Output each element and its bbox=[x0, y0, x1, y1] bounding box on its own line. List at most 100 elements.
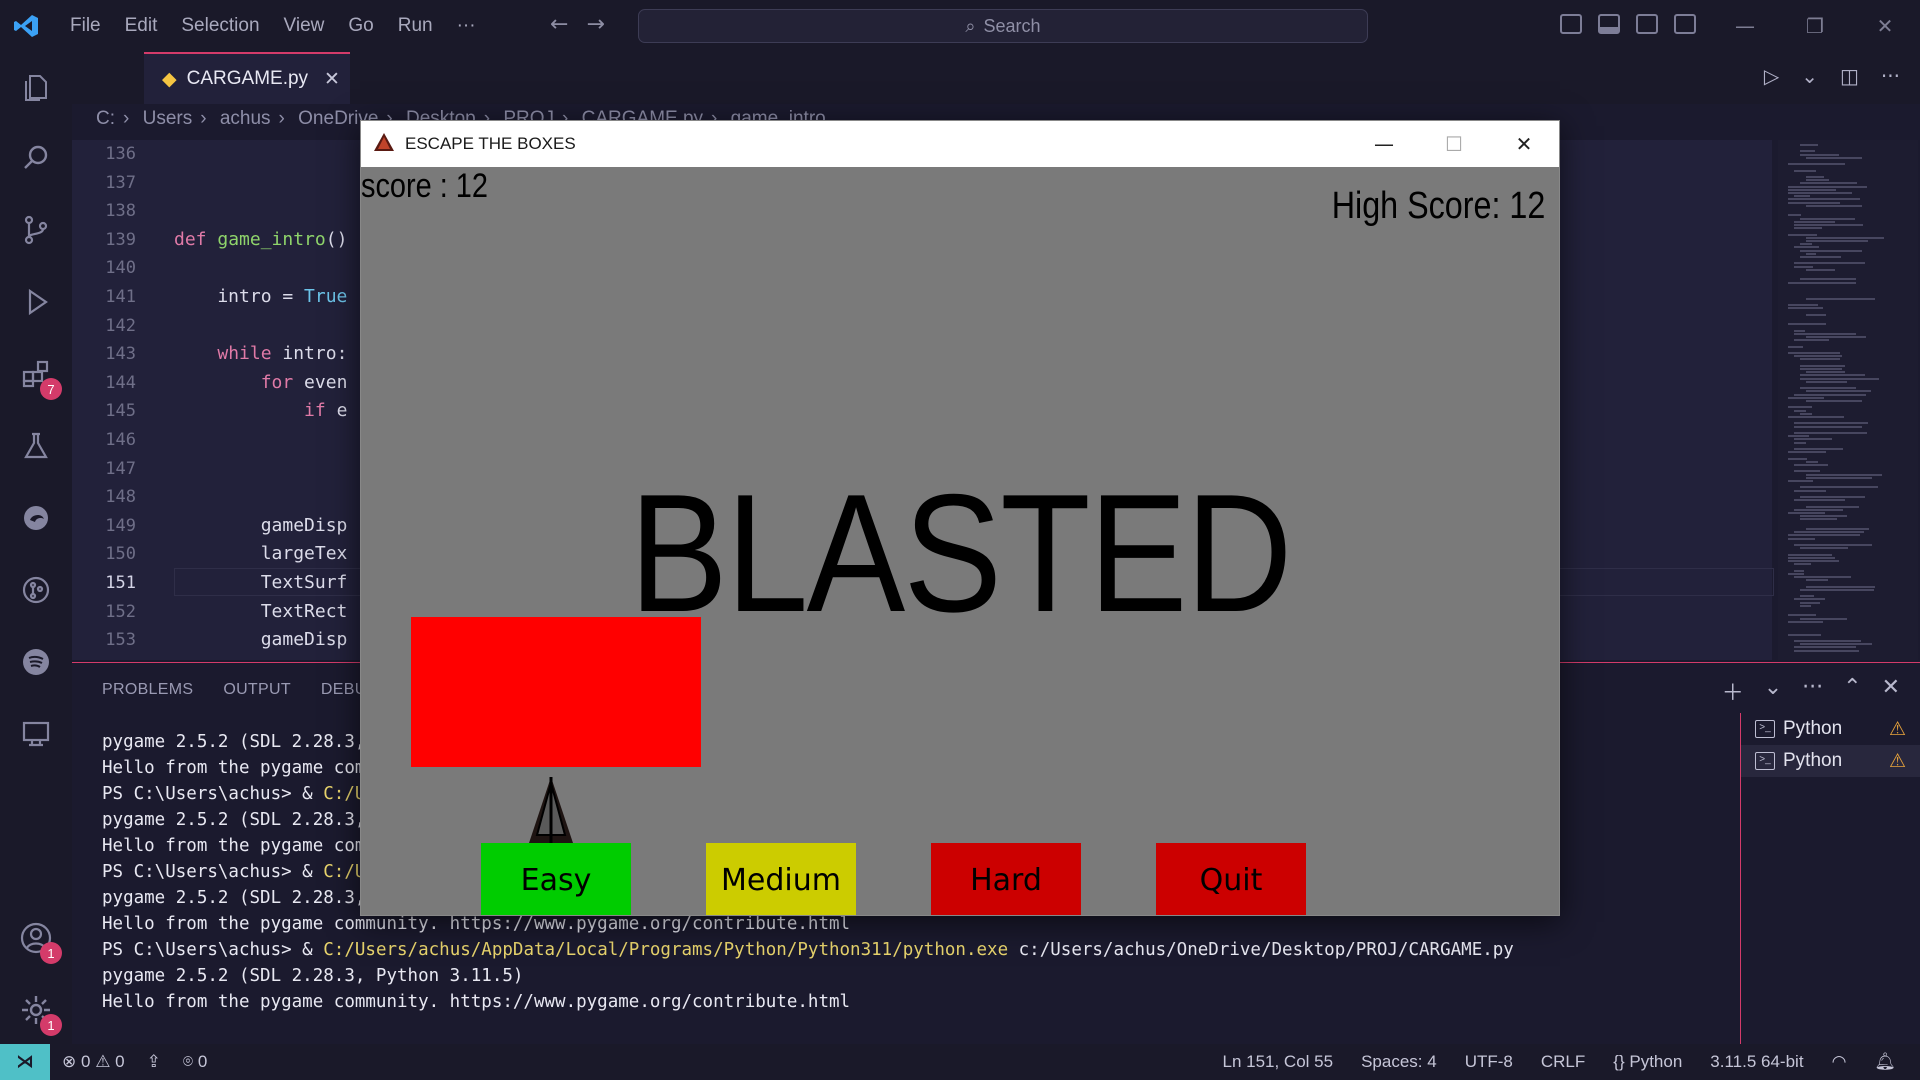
menu-go[interactable]: Go bbox=[336, 15, 385, 37]
notifications-bell-icon[interactable]: 🔔︎ bbox=[1874, 1052, 1896, 1072]
minimap-line bbox=[1806, 390, 1871, 393]
indentation[interactable]: Spaces: 4 bbox=[1361, 1052, 1437, 1072]
minimap[interactable] bbox=[1778, 140, 1918, 660]
minimap-line bbox=[1794, 195, 1810, 198]
minimap-line bbox=[1794, 265, 1813, 268]
panel-more-icon[interactable]: ··· bbox=[1802, 675, 1823, 707]
ports-status[interactable]: ⌾ 0 bbox=[183, 1052, 207, 1072]
close-tab-icon[interactable]: ✕ bbox=[324, 68, 340, 91]
minimize-window-icon[interactable]: — bbox=[1710, 14, 1780, 38]
minimap-line bbox=[1788, 556, 1835, 559]
tab-output[interactable]: OUTPUT bbox=[223, 681, 291, 699]
problems-status[interactable]: ⊗ 0 ⚠ 0 bbox=[62, 1052, 125, 1072]
minimap-line bbox=[1794, 576, 1851, 578]
menu-more[interactable]: ··· bbox=[445, 15, 488, 37]
game-minimize-icon[interactable]: — bbox=[1349, 121, 1419, 167]
explorer-icon[interactable] bbox=[16, 68, 56, 108]
terminal-tab-selected[interactable]: >_ Python ⚠ bbox=[1741, 745, 1920, 777]
sync-icon[interactable]: ◠ bbox=[1832, 1052, 1847, 1072]
minimap-line bbox=[1788, 163, 1846, 166]
minimap-line bbox=[1800, 182, 1858, 185]
close-panel-icon[interactable]: ✕ bbox=[1882, 675, 1900, 707]
line-number: 147 bbox=[105, 458, 136, 479]
minimap-line bbox=[1800, 547, 1848, 550]
edge-devtools-icon[interactable] bbox=[16, 498, 56, 538]
toggle-secondary-sidebar-icon[interactable] bbox=[1636, 14, 1658, 34]
breadcrumb-item[interactable]: C: bbox=[96, 108, 115, 129]
language-mode[interactable]: {} Python bbox=[1613, 1052, 1682, 1072]
menu-edit[interactable]: Edit bbox=[113, 15, 170, 37]
remote-explorer-icon[interactable] bbox=[16, 714, 56, 754]
medium-button[interactable]: Medium bbox=[706, 843, 856, 915]
git-graph-icon[interactable] bbox=[16, 570, 56, 610]
minimap-line bbox=[1794, 339, 1830, 342]
testing-icon[interactable] bbox=[16, 426, 56, 466]
new-terminal-icon[interactable]: ＋ bbox=[1722, 675, 1744, 707]
close-window-icon[interactable]: ✕ bbox=[1850, 14, 1920, 38]
extensions-icon[interactable]: 7 bbox=[16, 354, 62, 400]
warning-icon: ⚠ bbox=[1888, 718, 1906, 740]
customize-layout-icon[interactable] bbox=[1674, 14, 1696, 34]
forward-arrow-icon[interactable]: → bbox=[586, 12, 604, 37]
menu-selection[interactable]: Selection bbox=[169, 15, 271, 37]
hard-button[interactable]: Hard bbox=[931, 843, 1081, 915]
spotify-icon[interactable] bbox=[16, 642, 56, 682]
run-debug-icon[interactable] bbox=[16, 282, 56, 322]
minimap-line bbox=[1800, 150, 1816, 153]
run-python-file-icon[interactable]: ▷ bbox=[1764, 64, 1779, 88]
game-maximize-icon[interactable]: ☐ bbox=[1419, 121, 1489, 167]
maximize-panel-icon[interactable]: ⌃ bbox=[1843, 675, 1861, 707]
menu-view[interactable]: View bbox=[272, 15, 337, 37]
breadcrumb-item[interactable]: Users bbox=[143, 108, 193, 129]
toggle-primary-sidebar-icon[interactable] bbox=[1560, 14, 1582, 34]
easy-button[interactable]: Easy bbox=[481, 843, 631, 915]
minimap-line bbox=[1788, 188, 1837, 191]
minimap-line bbox=[1788, 451, 1827, 454]
minimap-line bbox=[1788, 396, 1824, 399]
split-editor-icon[interactable]: ◫ bbox=[1840, 64, 1859, 88]
minimap-line bbox=[1800, 617, 1847, 620]
minimap-line bbox=[1794, 640, 1862, 642]
terminal-dropdown-icon[interactable]: ⌄ bbox=[1764, 675, 1782, 707]
minimap-line bbox=[1806, 585, 1876, 588]
breadcrumb-item[interactable]: achus bbox=[220, 108, 271, 129]
line-ending[interactable]: CRLF bbox=[1541, 1052, 1585, 1072]
more-actions-icon[interactable]: ··· bbox=[1881, 64, 1900, 88]
live-share-icon[interactable]: ⇪ bbox=[147, 1052, 161, 1072]
minimap-line bbox=[1800, 249, 1862, 252]
minimap-line bbox=[1794, 227, 1823, 230]
encoding[interactable]: UTF-8 bbox=[1465, 1052, 1513, 1072]
extensions-badge: 7 bbox=[40, 378, 62, 400]
minimap-line bbox=[1794, 425, 1863, 428]
minimap-line bbox=[1800, 643, 1873, 646]
tab-problems[interactable]: PROBLEMS bbox=[102, 681, 193, 699]
game-close-icon[interactable]: ✕ bbox=[1489, 121, 1559, 167]
source-control-icon[interactable] bbox=[16, 210, 56, 250]
minimap-line bbox=[1794, 441, 1806, 444]
toggle-panel-icon[interactable] bbox=[1598, 14, 1620, 34]
terminal-tab[interactable]: >_ Python ⚠ bbox=[1741, 713, 1920, 745]
tab-cargame[interactable]: ◆ CARGAME.py ✕ bbox=[144, 52, 350, 104]
warning-count: 0 bbox=[115, 1052, 125, 1071]
settings-badge: 1 bbox=[40, 1014, 62, 1036]
run-dropdown-icon[interactable]: ⌄ bbox=[1801, 64, 1818, 88]
quit-button[interactable]: Quit bbox=[1156, 843, 1306, 915]
manage-gear-icon[interactable]: 1 bbox=[16, 990, 62, 1036]
cursor-position[interactable]: Ln 151, Col 55 bbox=[1222, 1052, 1333, 1072]
minimap-line bbox=[1794, 224, 1863, 226]
menu-file[interactable]: File bbox=[58, 15, 113, 37]
restore-window-icon[interactable]: ❐ bbox=[1780, 14, 1850, 38]
minimap-line bbox=[1788, 614, 1816, 617]
minimap-line bbox=[1788, 560, 1840, 562]
game-canvas[interactable]: score : 12 High Score: 12 BLASTED Easy M… bbox=[361, 167, 1559, 915]
python-interpreter[interactable]: 3.11.5 64-bit bbox=[1710, 1052, 1803, 1072]
remote-indicator-icon[interactable]: ⋊ bbox=[0, 1044, 50, 1080]
menu-run[interactable]: Run bbox=[386, 15, 445, 37]
minimap-line bbox=[1800, 368, 1843, 370]
minimap-line bbox=[1806, 380, 1847, 383]
accounts-icon[interactable]: 1 bbox=[16, 918, 62, 964]
code-line: largeTex bbox=[174, 543, 348, 565]
search-sidebar-icon[interactable] bbox=[16, 138, 56, 178]
back-arrow-icon[interactable]: ← bbox=[550, 12, 568, 37]
command-center-search[interactable]: ⌕ Search bbox=[638, 9, 1368, 43]
